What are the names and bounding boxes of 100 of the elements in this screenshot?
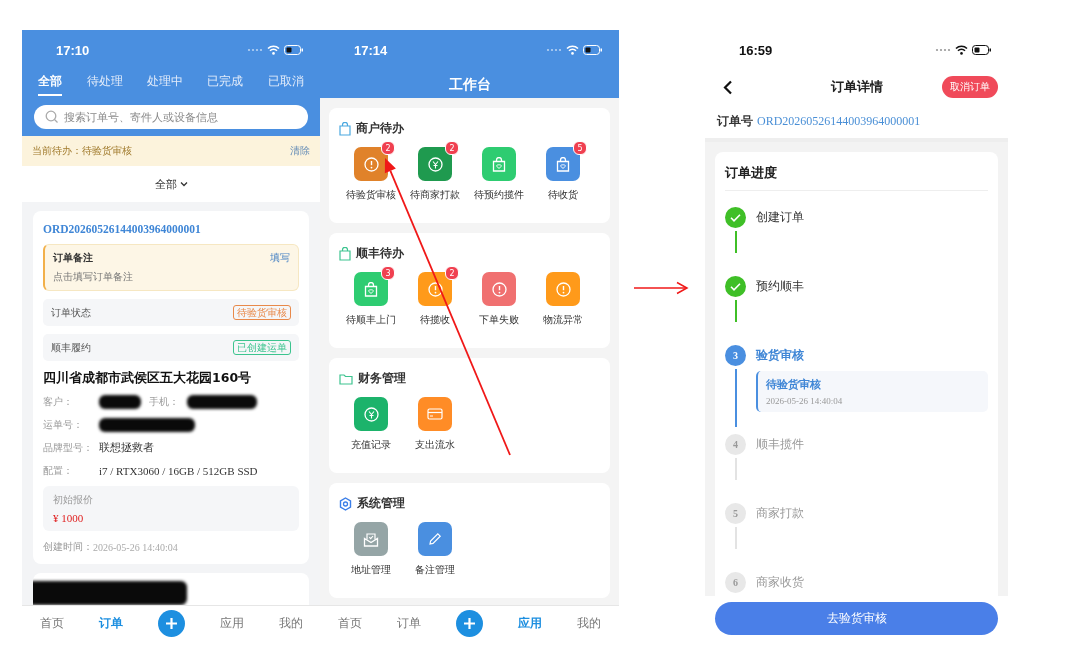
step-status: 待验货审核 (766, 377, 822, 392)
battery-icon (583, 45, 603, 55)
add-button[interactable] (157, 609, 185, 637)
nav-tab[interactable]: 订单 (98, 614, 123, 632)
add-button[interactable] (455, 609, 483, 637)
field-value: 联想拯救者 (99, 440, 154, 455)
note-title: 订单备注 (53, 251, 93, 265)
shortcut-label: 待收货 (548, 188, 578, 202)
cancel-order-button[interactable]: 取消订单 (942, 76, 998, 98)
status-label: 订单状态 (51, 305, 91, 320)
shortcut-tile[interactable] (418, 272, 452, 306)
shortcut-label: 备注管理 (415, 563, 455, 577)
address-text: 四川省成都市武侯区五大花园160号 (43, 370, 253, 387)
page-title: 订单详情 (830, 78, 883, 96)
shortcut-tile[interactable] (418, 522, 452, 556)
field-label: 品牌型号： (43, 440, 94, 455)
status-tag: 待验货审核 (233, 305, 291, 320)
order-card[interactable]: ORD20260526144003964000001 订单备注 填写 点击填写订单备注 订单状态 待验货审核 顺丰履约 已创建运单 四川省成都市武侯区五大花园160号 客户： 手机： 运单号： 品牌型号： 联想拯救者 配置： i7 / RTX3060 / 16GB / 512GB SSD 初始报价 ¥ 1000 创建时间：2026-05-26 14:40:04 (33, 211, 309, 564)
shortcut-tile[interactable] (354, 522, 388, 556)
back-icon[interactable] (723, 79, 733, 95)
nav-tab[interactable]: 我的 (577, 614, 602, 632)
chevron-down-icon (179, 181, 188, 187)
bag-icon (556, 156, 570, 172)
shortcut-label: 地址管理 (351, 563, 391, 577)
nav-tab[interactable]: 首页 (39, 614, 64, 632)
shortcut-tile[interactable] (354, 272, 388, 306)
step-label: 商家打款 (756, 505, 805, 522)
section-title: 商户待办 (356, 120, 404, 137)
shortcut-tile[interactable] (482, 147, 516, 181)
order-number-label: 订单号 (717, 112, 753, 130)
page-title: 工作台 (447, 75, 492, 94)
wifi-icon (566, 45, 579, 55)
order-tab[interactable]: 处理中 (146, 73, 183, 96)
check-icon (725, 207, 746, 228)
shortcut-label: 支出流水 (415, 438, 455, 452)
alert-icon (555, 281, 571, 297)
field-label: 客户： (43, 394, 74, 409)
coin-icon (427, 156, 443, 172)
created-time: 2026-05-26 14:40:04 (93, 541, 178, 553)
shortcut-tile[interactable] (418, 397, 452, 431)
battery-icon (284, 45, 304, 55)
wifi-icon (955, 45, 968, 55)
signal-icon (546, 48, 562, 52)
shortcut-tile[interactable] (354, 397, 388, 431)
shortcut-label: 待商家打款 (410, 188, 460, 202)
shortcut-tile[interactable] (546, 147, 580, 181)
settings-icon (339, 496, 352, 511)
shortcut-label: 充值记录 (351, 438, 391, 452)
step-label: 商家收货 (756, 574, 805, 591)
shortcut-label: 待揽收 (420, 313, 450, 327)
step-number: 5 (725, 503, 746, 524)
shortcut-label: 物流异常 (543, 313, 583, 327)
shortcut-tile[interactable] (546, 272, 580, 306)
nav-tab[interactable]: 我的 (278, 614, 303, 632)
step-label: 顺丰揽件 (756, 436, 805, 453)
status-label: 顺丰履约 (51, 340, 91, 355)
order-tab[interactable]: 全部 (38, 73, 63, 96)
alert-icon (491, 281, 507, 297)
shortcut-tile[interactable] (482, 272, 516, 306)
wifi-icon (267, 45, 280, 55)
shortcut-label: 下单失败 (479, 313, 519, 327)
step-number: 3 (725, 345, 746, 366)
inspect-button[interactable]: 去验货审核 (715, 601, 998, 635)
card-icon (427, 408, 443, 420)
order-number: ORD20260526144003964000001 (757, 113, 921, 129)
nav-tab[interactable]: 应用 (219, 614, 244, 632)
order-tab[interactable]: 待处理 (86, 73, 123, 96)
nav-tab[interactable]: 首页 (337, 614, 362, 632)
section-title: 系统管理 (357, 495, 405, 512)
clear-link[interactable]: 清除 (290, 144, 310, 158)
step-time: 2026-05-26 14:40:04 (766, 396, 844, 406)
order-number: ORD20260526144003964000001 (43, 223, 202, 235)
shortcut-label: 待验货审核 (346, 188, 396, 202)
step-label: 预约顺丰 (756, 278, 805, 295)
order-tab[interactable]: 已完成 (207, 73, 244, 96)
nav-tab[interactable]: 订单 (396, 614, 421, 632)
status-tag: 已创建运单 (233, 340, 291, 355)
shortcut-tile[interactable] (418, 147, 452, 181)
folder-icon (339, 372, 353, 385)
shortcut-tile[interactable] (354, 147, 388, 181)
field-label: 运单号： (43, 417, 84, 432)
bag-icon (339, 121, 351, 136)
nav-tab[interactable]: 应用 (518, 614, 543, 632)
alert-icon (427, 281, 443, 297)
search-icon (45, 110, 59, 124)
section-title: 顺丰待办 (356, 245, 404, 262)
annotation-arrow (633, 281, 689, 295)
filter-dropdown[interactable]: 全部 (154, 176, 177, 192)
order-card[interactable] (33, 573, 309, 605)
status-time: 17:14 (354, 42, 388, 58)
order-tab[interactable]: 已取消 (267, 73, 304, 96)
bag-icon (339, 246, 351, 261)
created-label: 创建时间： (43, 540, 93, 554)
note-box[interactable]: 订单备注 填写 点击填写订单备注 (43, 244, 299, 291)
coin-icon (363, 406, 379, 422)
notice-text: 当前待办：待验货审核 (32, 144, 132, 158)
step-number: 4 (725, 434, 746, 455)
envelope-icon (363, 531, 379, 547)
search-field[interactable]: 搜索订单号、寄件人或设备信息 (34, 105, 308, 129)
fill-link[interactable]: 填写 (270, 251, 290, 265)
